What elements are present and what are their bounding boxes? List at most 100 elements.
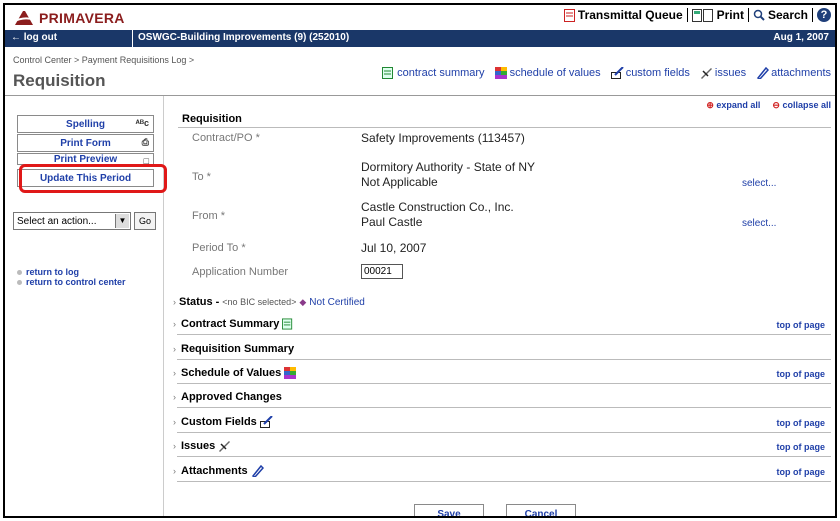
- section-divider: [177, 481, 831, 482]
- top-of-page-link[interactable]: top of page: [777, 369, 826, 379]
- status-dash: -: [215, 296, 220, 308]
- chevron-right-icon: ›: [173, 297, 176, 307]
- custom-fields-toggle[interactable]: › Custom Fields: [173, 416, 273, 428]
- requisition-summary-title: Requisition Summary: [181, 343, 295, 355]
- contract-summary-icon: [382, 67, 394, 79]
- chevron-right-icon: ›: [173, 368, 176, 378]
- custom-fields-section: › Custom Fields top of page: [173, 414, 831, 433]
- sidebar-divider: [163, 96, 164, 516]
- from-select-link[interactable]: select...: [742, 218, 776, 229]
- divider: [812, 8, 813, 22]
- logout-link[interactable]: ← log out: [11, 32, 57, 43]
- section-divider: [177, 334, 831, 335]
- spellcheck-icon: ᴬᴮc: [135, 118, 149, 128]
- from-label: From *: [192, 210, 225, 222]
- expand-all-link[interactable]: ⊕ expand all: [706, 100, 760, 111]
- issues-icon: [219, 441, 231, 452]
- contract-summary-icon: [282, 318, 293, 330]
- section-divider: [177, 359, 831, 360]
- top-of-page-link[interactable]: top of page: [777, 418, 826, 428]
- contract-summary-title: Contract Summary: [181, 318, 280, 330]
- expand-collapse: ⊕ expand all ⊖ collapse all: [706, 100, 831, 111]
- section-divider: [178, 127, 831, 128]
- contract-summary-label: contract summary: [397, 67, 485, 79]
- app-window: PRIMAVERA Transmittal Queue Print Search…: [3, 3, 837, 518]
- attachments-label: attachments: [771, 67, 831, 79]
- attachments-icon: [756, 67, 770, 79]
- printer-icon: ⎙: [141, 137, 149, 147]
- requisition-summary-section: › Requisition Summary: [173, 341, 831, 360]
- custom-fields-icon: [610, 67, 624, 79]
- top-of-page-link[interactable]: top of page: [777, 467, 826, 477]
- action-select-value: Select an action...: [17, 215, 97, 227]
- schedule-of-values-toggle[interactable]: › Schedule of Values: [173, 367, 297, 379]
- collapse-all-link[interactable]: ⊖ collapse all: [772, 100, 831, 111]
- top-bar: PRIMAVERA Transmittal Queue Print Search…: [5, 5, 835, 30]
- logo-mark-icon: [13, 9, 35, 27]
- chevron-right-icon: ›: [173, 344, 176, 354]
- issues-link[interactable]: issues: [700, 67, 746, 79]
- approved-changes-title: Approved Changes: [181, 391, 282, 403]
- schedule-of-values-title: Schedule of Values: [181, 367, 282, 379]
- return-to-log-link[interactable]: return to log: [17, 267, 79, 277]
- transmittal-queue-link[interactable]: Transmittal Queue: [563, 8, 683, 22]
- chevron-down-icon: ▼: [115, 214, 129, 228]
- primavera-logo: PRIMAVERA: [13, 8, 125, 28]
- issues-section: › Issues top of page: [173, 438, 831, 457]
- bullet-icon: [17, 279, 22, 285]
- section-divider: [177, 383, 831, 384]
- divider: [686, 8, 688, 22]
- custom-fields-link[interactable]: custom fields: [610, 67, 690, 79]
- project-name: OSWGC-Building Improvements (9) (252010): [138, 32, 350, 43]
- top-of-page-link[interactable]: top of page: [777, 320, 826, 330]
- brand-name: PRIMAVERA: [39, 10, 125, 26]
- requisition-summary-toggle[interactable]: › Requisition Summary: [173, 343, 294, 355]
- go-button[interactable]: Go: [134, 212, 156, 230]
- chevron-right-icon: ›: [173, 441, 176, 451]
- attachments-icon: [251, 465, 264, 477]
- cancel-button[interactable]: Cancel: [506, 504, 576, 516]
- diamond-icon: ◆: [299, 296, 307, 307]
- return-to-control-center-label: return to control center: [26, 277, 126, 287]
- document-icon: [563, 8, 575, 22]
- schedule-of-values-icon: [284, 367, 297, 379]
- contract-summary-toggle[interactable]: › Contract Summary: [173, 318, 294, 330]
- status-row[interactable]: › Status - <no BIC selected> ◆ Not Certi…: [173, 296, 365, 308]
- period-to-value: Jul 10, 2007: [361, 241, 427, 255]
- contract-label: Contract/PO *: [192, 132, 260, 144]
- search-label: Search: [767, 8, 808, 22]
- custom-fields-label: custom fields: [625, 67, 690, 79]
- application-number-label: Application Number: [192, 266, 288, 278]
- bullet-icon: [17, 269, 22, 275]
- save-button[interactable]: Save: [414, 504, 484, 516]
- application-number-input[interactable]: [361, 264, 403, 279]
- schedule-of-values-icon: [494, 67, 507, 79]
- chevron-right-icon: ›: [173, 466, 176, 476]
- to-label: To *: [192, 171, 211, 183]
- chevron-right-icon: ›: [173, 319, 176, 329]
- approved-changes-toggle[interactable]: › Approved Changes: [173, 391, 282, 403]
- print-form-label: Print Form: [60, 137, 111, 149]
- divider: [747, 8, 749, 22]
- requisition-section-title: Requisition: [182, 113, 242, 125]
- to-select-link[interactable]: select...: [742, 178, 776, 189]
- print-form-button[interactable]: Print Form ⎙: [17, 134, 154, 152]
- breadcrumb[interactable]: Control Center > Payment Requisitions Lo…: [13, 55, 194, 65]
- top-of-page-link[interactable]: top of page: [777, 442, 826, 452]
- attachments-link[interactable]: attachments: [756, 67, 831, 79]
- issues-toggle[interactable]: › Issues: [173, 440, 231, 452]
- spelling-button[interactable]: Spelling ᴬᴮc: [17, 115, 154, 133]
- schedule-of-values-link[interactable]: schedule of values: [494, 67, 601, 79]
- top-links: Transmittal Queue Print Search ?: [563, 8, 831, 22]
- logout-label: log out: [23, 32, 58, 43]
- search-link[interactable]: Search: [753, 8, 808, 22]
- issues-icon: [700, 68, 712, 79]
- return-to-control-center-link[interactable]: return to control center: [17, 277, 126, 287]
- contract-summary-link[interactable]: contract summary: [382, 67, 485, 79]
- action-select[interactable]: Select an action... ▼: [13, 212, 131, 230]
- back-arrow-icon: ←: [11, 32, 21, 43]
- attachments-toggle[interactable]: › Attachments: [173, 465, 264, 477]
- help-icon[interactable]: ?: [817, 8, 831, 22]
- divider: [132, 30, 133, 47]
- print-link[interactable]: Print: [691, 8, 744, 22]
